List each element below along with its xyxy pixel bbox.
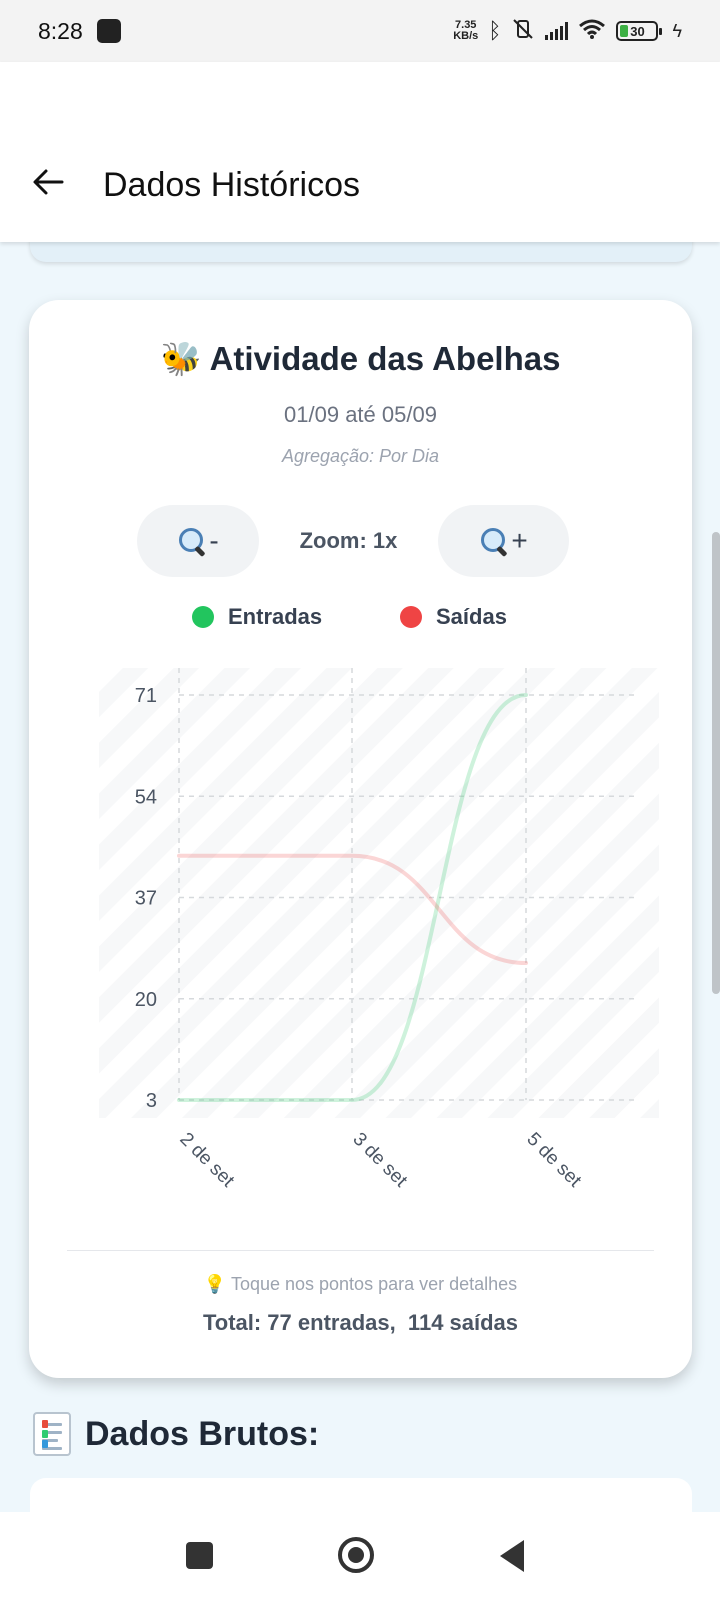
scrollbar[interactable] bbox=[712, 532, 720, 994]
zoom-level: Zoom: 1x bbox=[299, 528, 398, 553]
vibrate-off-icon bbox=[511, 18, 535, 44]
card-divider bbox=[67, 1250, 654, 1251]
zoom-in-sign: + bbox=[511, 525, 528, 556]
totals-summary: Total: 77 entradas, 114 saídas bbox=[202, 1310, 519, 1335]
y-tick-label: 54 bbox=[135, 786, 157, 808]
arrow-left-icon bbox=[33, 169, 64, 195]
y-tick-label: 20 bbox=[135, 989, 157, 1011]
date-range: 01/09 até 05/09 bbox=[284, 402, 437, 427]
previous-card bbox=[30, 242, 692, 262]
y-tick-label: 3 bbox=[146, 1090, 157, 1112]
back-button[interactable] bbox=[28, 162, 68, 202]
status-time: 8:28 bbox=[38, 17, 83, 44]
legend-label-entradas: Entradas bbox=[228, 604, 323, 629]
content-scroll-area[interactable]: 🐝 Atividade das Abelhas 01/09 até 05/09 … bbox=[0, 242, 720, 1512]
status-left: 8:28 bbox=[38, 18, 121, 45]
document-icon bbox=[33, 1412, 71, 1456]
zoom-in-button[interactable]: + bbox=[438, 505, 569, 577]
legend-dot-saidas bbox=[400, 606, 422, 628]
app-notification-icon bbox=[96, 19, 121, 43]
aggregation-label: Agregação: Por Dia bbox=[281, 446, 440, 466]
battery-level: 30 bbox=[630, 23, 645, 39]
page-title: Dados Históricos bbox=[103, 166, 360, 204]
chart-legend: Entradas Saídas bbox=[29, 604, 692, 644]
status-bar: 8:28 7.35 KB/s ᛒ 30 ϟ bbox=[0, 0, 720, 62]
recents-button[interactable] bbox=[186, 1542, 213, 1569]
home-button[interactable] bbox=[338, 1537, 374, 1573]
chart-hint: 💡 Toque nos pontos para ver detalhes bbox=[29, 1274, 692, 1295]
x-tick-label: 5 de set bbox=[522, 1129, 585, 1192]
x-tick-label: 2 de set bbox=[175, 1129, 238, 1192]
x-tick-label: 3 de set bbox=[348, 1129, 411, 1192]
y-tick-label: 71 bbox=[135, 685, 157, 707]
network-speed-unit: KB/s bbox=[453, 30, 479, 42]
charging-icon: ϟ bbox=[672, 21, 682, 41]
back-nav-button[interactable] bbox=[500, 1540, 524, 1572]
card-title: 🐝 Atividade das Abelhas bbox=[29, 340, 692, 379]
network-speed: 7.35 KB/s bbox=[453, 20, 478, 42]
bee-activity-card: 🐝 Atividade das Abelhas 01/09 até 05/09 … bbox=[29, 300, 692, 1378]
chart-hint-text: Toque nos pontos para ver detalhes bbox=[230, 1274, 518, 1294]
wifi-icon bbox=[578, 18, 606, 45]
signal-icon bbox=[545, 22, 569, 40]
bee-icon: 🐝 bbox=[160, 340, 202, 377]
y-tick-label: 37 bbox=[135, 888, 157, 910]
raw-data-title: Dados Brutos: bbox=[85, 1414, 320, 1453]
status-right: 7.35 KB/s ᛒ 30 ϟ bbox=[453, 18, 682, 45]
app-bar: Dados Históricos bbox=[0, 62, 720, 242]
legend-dot-entradas bbox=[192, 606, 214, 628]
zoom-controls: - Zoom: 1x + bbox=[29, 505, 692, 577]
activity-line-chart[interactable]: 71 54 37 20 3 2 de set 3 de set 5 de set bbox=[29, 660, 692, 1220]
card-title-text: Atividade das Abelhas bbox=[209, 340, 561, 377]
zoom-out-button[interactable]: - bbox=[137, 505, 259, 577]
zoom-out-sign: - bbox=[209, 525, 219, 556]
bluetooth-icon: ᛒ bbox=[488, 18, 502, 43]
raw-data-card bbox=[30, 1478, 692, 1512]
chart-background bbox=[99, 668, 659, 1118]
raw-data-heading: Dados Brutos: bbox=[33, 1412, 319, 1456]
battery-icon: 30 bbox=[616, 21, 663, 41]
legend-saidas[interactable]: Saídas bbox=[400, 604, 507, 630]
legend-label-saidas: Saídas bbox=[436, 604, 507, 629]
magnifier-icon bbox=[177, 526, 207, 556]
legend-entradas[interactable]: Entradas bbox=[192, 604, 322, 630]
magnifier-icon bbox=[479, 526, 509, 556]
navigation-bar bbox=[0, 1512, 720, 1600]
lightbulb-icon: 💡 bbox=[203, 1274, 227, 1294]
